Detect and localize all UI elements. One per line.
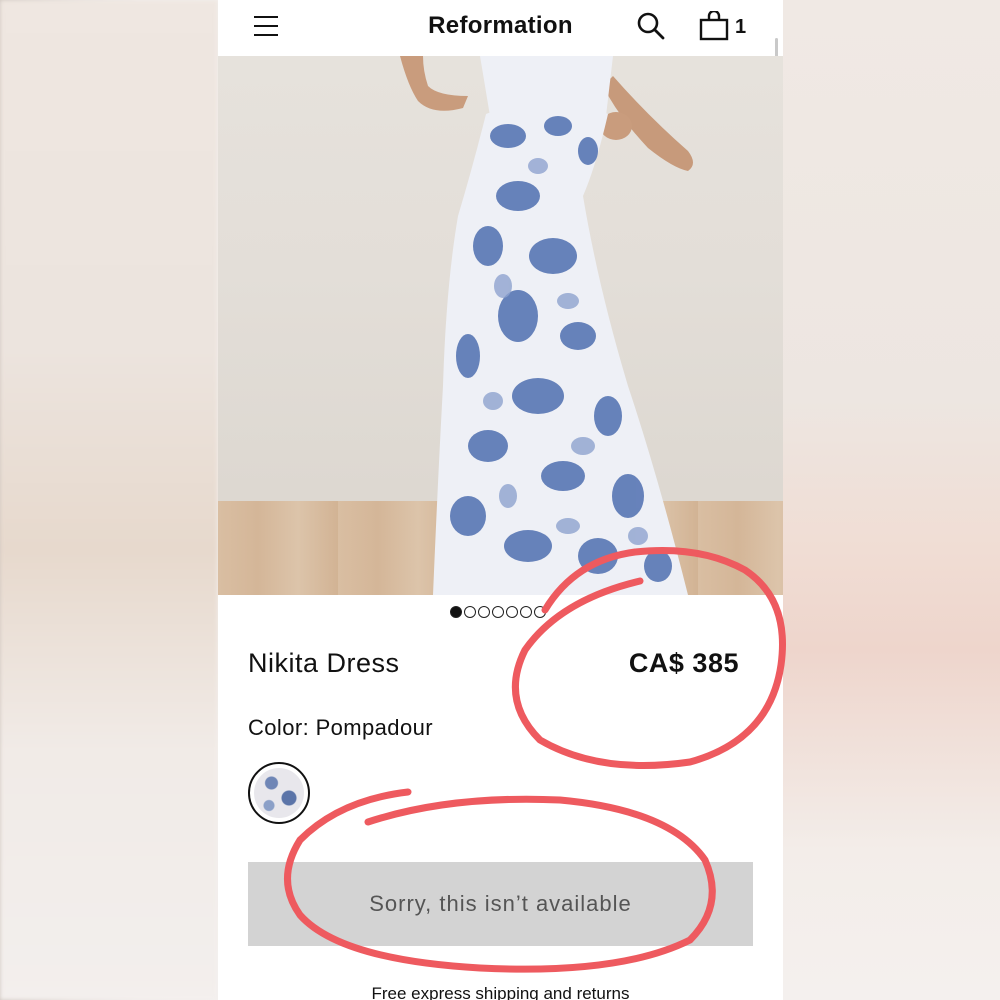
color-swatch-pattern [254,768,304,818]
background-blur-right [782,0,1000,1000]
unavailable-button-label: Sorry, this isn’t available [369,891,632,916]
color-swatch[interactable] [248,762,310,824]
product-image[interactable] [218,56,783,595]
unavailable-button[interactable]: Sorry, this isn’t available [248,862,753,946]
top-navigation-bar: Reformation 1 [218,0,783,56]
shopping-bag-icon[interactable] [699,11,729,41]
brand-logo[interactable]: Reformation [428,12,573,39]
gallery-dot-7[interactable] [534,606,546,618]
background-blur-left [0,0,218,1000]
gallery-dot-5[interactable] [506,606,518,618]
gallery-dot-1[interactable] [450,606,462,618]
gallery-dot-4[interactable] [492,606,504,618]
model-dress-illustration [400,56,693,595]
gallery-dot-2[interactable] [464,606,476,618]
shipping-note: Free express shipping and returns [371,984,630,1000]
bag-count-badge: 1 [735,16,747,38]
gallery-dot-6[interactable] [520,606,532,618]
phone-screen: Reformation 1 Nikita Dress CA$ 385 Color… [218,0,783,1000]
gallery-pagination [450,606,546,620]
search-icon[interactable] [636,11,666,41]
product-price: CA$ 385 [628,648,739,678]
gallery-dot-3[interactable] [478,606,490,618]
color-label: Color: Pompadour [248,715,433,740]
product-title: Nikita Dress [248,648,400,678]
